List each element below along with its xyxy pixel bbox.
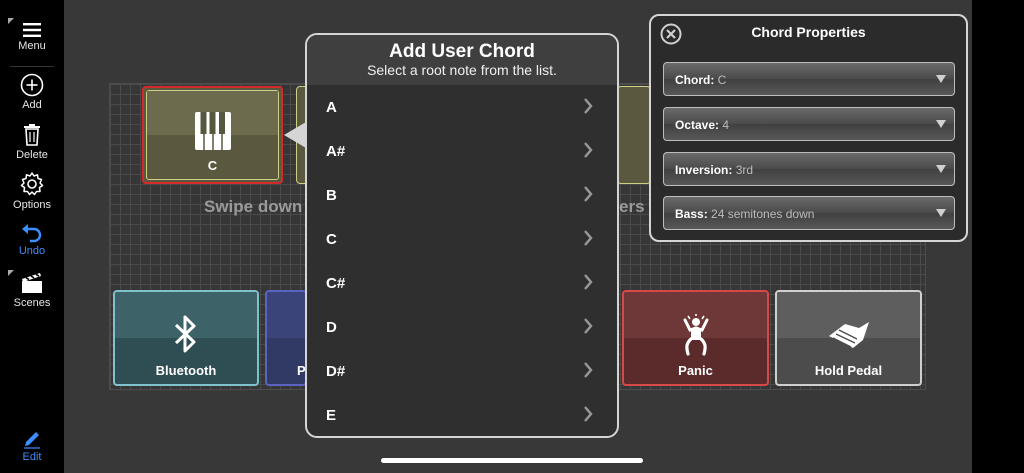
- sidebar-divider: [10, 66, 54, 67]
- chord-field-key: Chord:: [675, 73, 715, 87]
- pad-highlight: [267, 292, 305, 338]
- note-label: D: [326, 319, 337, 336]
- note-row-d[interactable]: D: [307, 305, 617, 349]
- panic-pad[interactable]: Panic: [622, 290, 769, 386]
- add-label: Add: [22, 99, 42, 111]
- pencil-icon: [24, 432, 40, 449]
- undo-arrow-icon: [22, 224, 42, 243]
- add-button[interactable]: Add: [0, 73, 64, 111]
- octave-field-key: Octave:: [675, 118, 720, 132]
- chord-pad-label: C: [207, 158, 218, 173]
- menu-label: Menu: [18, 40, 46, 52]
- inversion-field-key: Inversion:: [675, 163, 733, 177]
- note-label: E: [326, 407, 337, 424]
- bass-field-key: Bass:: [675, 207, 708, 221]
- bluetooth-pad-label: Bluetooth: [155, 363, 217, 378]
- chevron-right-icon: [584, 186, 593, 202]
- p-pad-label: P: [297, 363, 306, 378]
- note-row-a-sharp[interactable]: A#: [307, 129, 617, 173]
- note-row-c-sharp[interactable]: C#: [307, 261, 617, 305]
- chord-pad-c[interactable]: C: [142, 86, 283, 184]
- dropdown-arrow-icon: [936, 120, 946, 128]
- chevron-right-icon: [584, 142, 593, 158]
- chevron-right-icon: [584, 406, 593, 422]
- popover-pointer: [284, 122, 306, 148]
- bass-field-value: 24 semitones down: [711, 207, 815, 221]
- note-row-a[interactable]: A: [307, 85, 617, 129]
- dropdown-arrow-icon: [936, 75, 946, 83]
- options-label: Options: [13, 199, 51, 211]
- undo-button[interactable]: Undo: [0, 223, 64, 257]
- chevron-right-icon: [584, 362, 593, 378]
- swipe-hint-left: Swipe down: [204, 197, 303, 216]
- piano-keys-icon: [147, 111, 278, 151]
- home-indicator[interactable]: [381, 458, 643, 463]
- dropdown-arrow-icon: [936, 209, 946, 217]
- right-margin: [972, 0, 1024, 473]
- sidebar: Menu Add Delete Options Undo Scenes Edit: [0, 0, 64, 473]
- clapperboard-icon: [22, 273, 42, 293]
- p-pad[interactable]: P: [265, 290, 307, 386]
- bass-select[interactable]: Bass: 24 semitones down: [663, 196, 955, 230]
- octave-select[interactable]: Octave: 4: [663, 107, 955, 141]
- chord-select[interactable]: Chord: C: [663, 62, 955, 96]
- note-row-e[interactable]: E: [307, 393, 617, 436]
- hold-pedal-pad-label: Hold Pedal: [814, 363, 883, 378]
- scenes-button[interactable]: Scenes: [0, 271, 64, 309]
- chevron-right-icon: [584, 230, 593, 246]
- undo-label: Undo: [18, 245, 46, 257]
- bluetooth-icon: [115, 314, 257, 354]
- octave-field-value: 4: [722, 118, 730, 132]
- note-label: C#: [326, 275, 346, 292]
- note-label: A: [326, 99, 337, 116]
- note-row-b[interactable]: B: [307, 173, 617, 217]
- panic-person-icon: [624, 314, 767, 356]
- add-circle-icon: [20, 73, 44, 97]
- bluetooth-pad[interactable]: Bluetooth: [113, 290, 259, 386]
- note-label: A#: [326, 143, 346, 160]
- chord-pad-body: C: [146, 90, 279, 180]
- note-row-d-sharp[interactable]: D#: [307, 349, 617, 393]
- chord-field-value: C: [717, 73, 727, 87]
- chord-properties-title: Chord Properties: [751, 24, 866, 40]
- note-label: D#: [326, 363, 346, 380]
- chord-pad-partial-right[interactable]: [617, 86, 651, 184]
- popover-title: Add User Chord: [389, 41, 535, 62]
- delete-label: Delete: [16, 149, 48, 161]
- inversion-select[interactable]: Inversion: 3rd: [663, 152, 955, 186]
- trash-icon: [24, 124, 40, 146]
- gear-icon: [20, 172, 44, 196]
- pedal-icon: [777, 318, 920, 352]
- popover-header: Add User Chord Select a root note from t…: [307, 35, 617, 85]
- scenes-label: Scenes: [13, 297, 51, 309]
- chevron-right-icon: [584, 274, 593, 290]
- panic-pad-label: Panic: [678, 363, 713, 378]
- hold-pedal-pad[interactable]: Hold Pedal: [775, 290, 922, 386]
- note-label: B: [326, 187, 337, 204]
- note-row-c[interactable]: C: [307, 217, 617, 261]
- options-button[interactable]: Options: [0, 171, 64, 211]
- note-label: C: [326, 231, 337, 248]
- delete-button[interactable]: Delete: [0, 123, 64, 161]
- chevron-right-icon: [584, 98, 593, 114]
- inversion-field-value: 3rd: [735, 163, 754, 177]
- menu-button[interactable]: Menu: [0, 22, 64, 52]
- chord-properties-panel: Chord Properties Chord: C Octave: 4 Inve…: [649, 14, 968, 242]
- dropdown-arrow-icon: [936, 165, 946, 173]
- chevron-right-icon: [584, 318, 593, 334]
- popover-subtitle: Select a root note from the list.: [367, 62, 557, 78]
- edit-label: Edit: [22, 451, 42, 463]
- edit-button[interactable]: Edit: [0, 429, 64, 463]
- hamburger-icon: [23, 23, 41, 37]
- add-user-chord-popover: Add User Chord Select a root note from t…: [305, 33, 619, 438]
